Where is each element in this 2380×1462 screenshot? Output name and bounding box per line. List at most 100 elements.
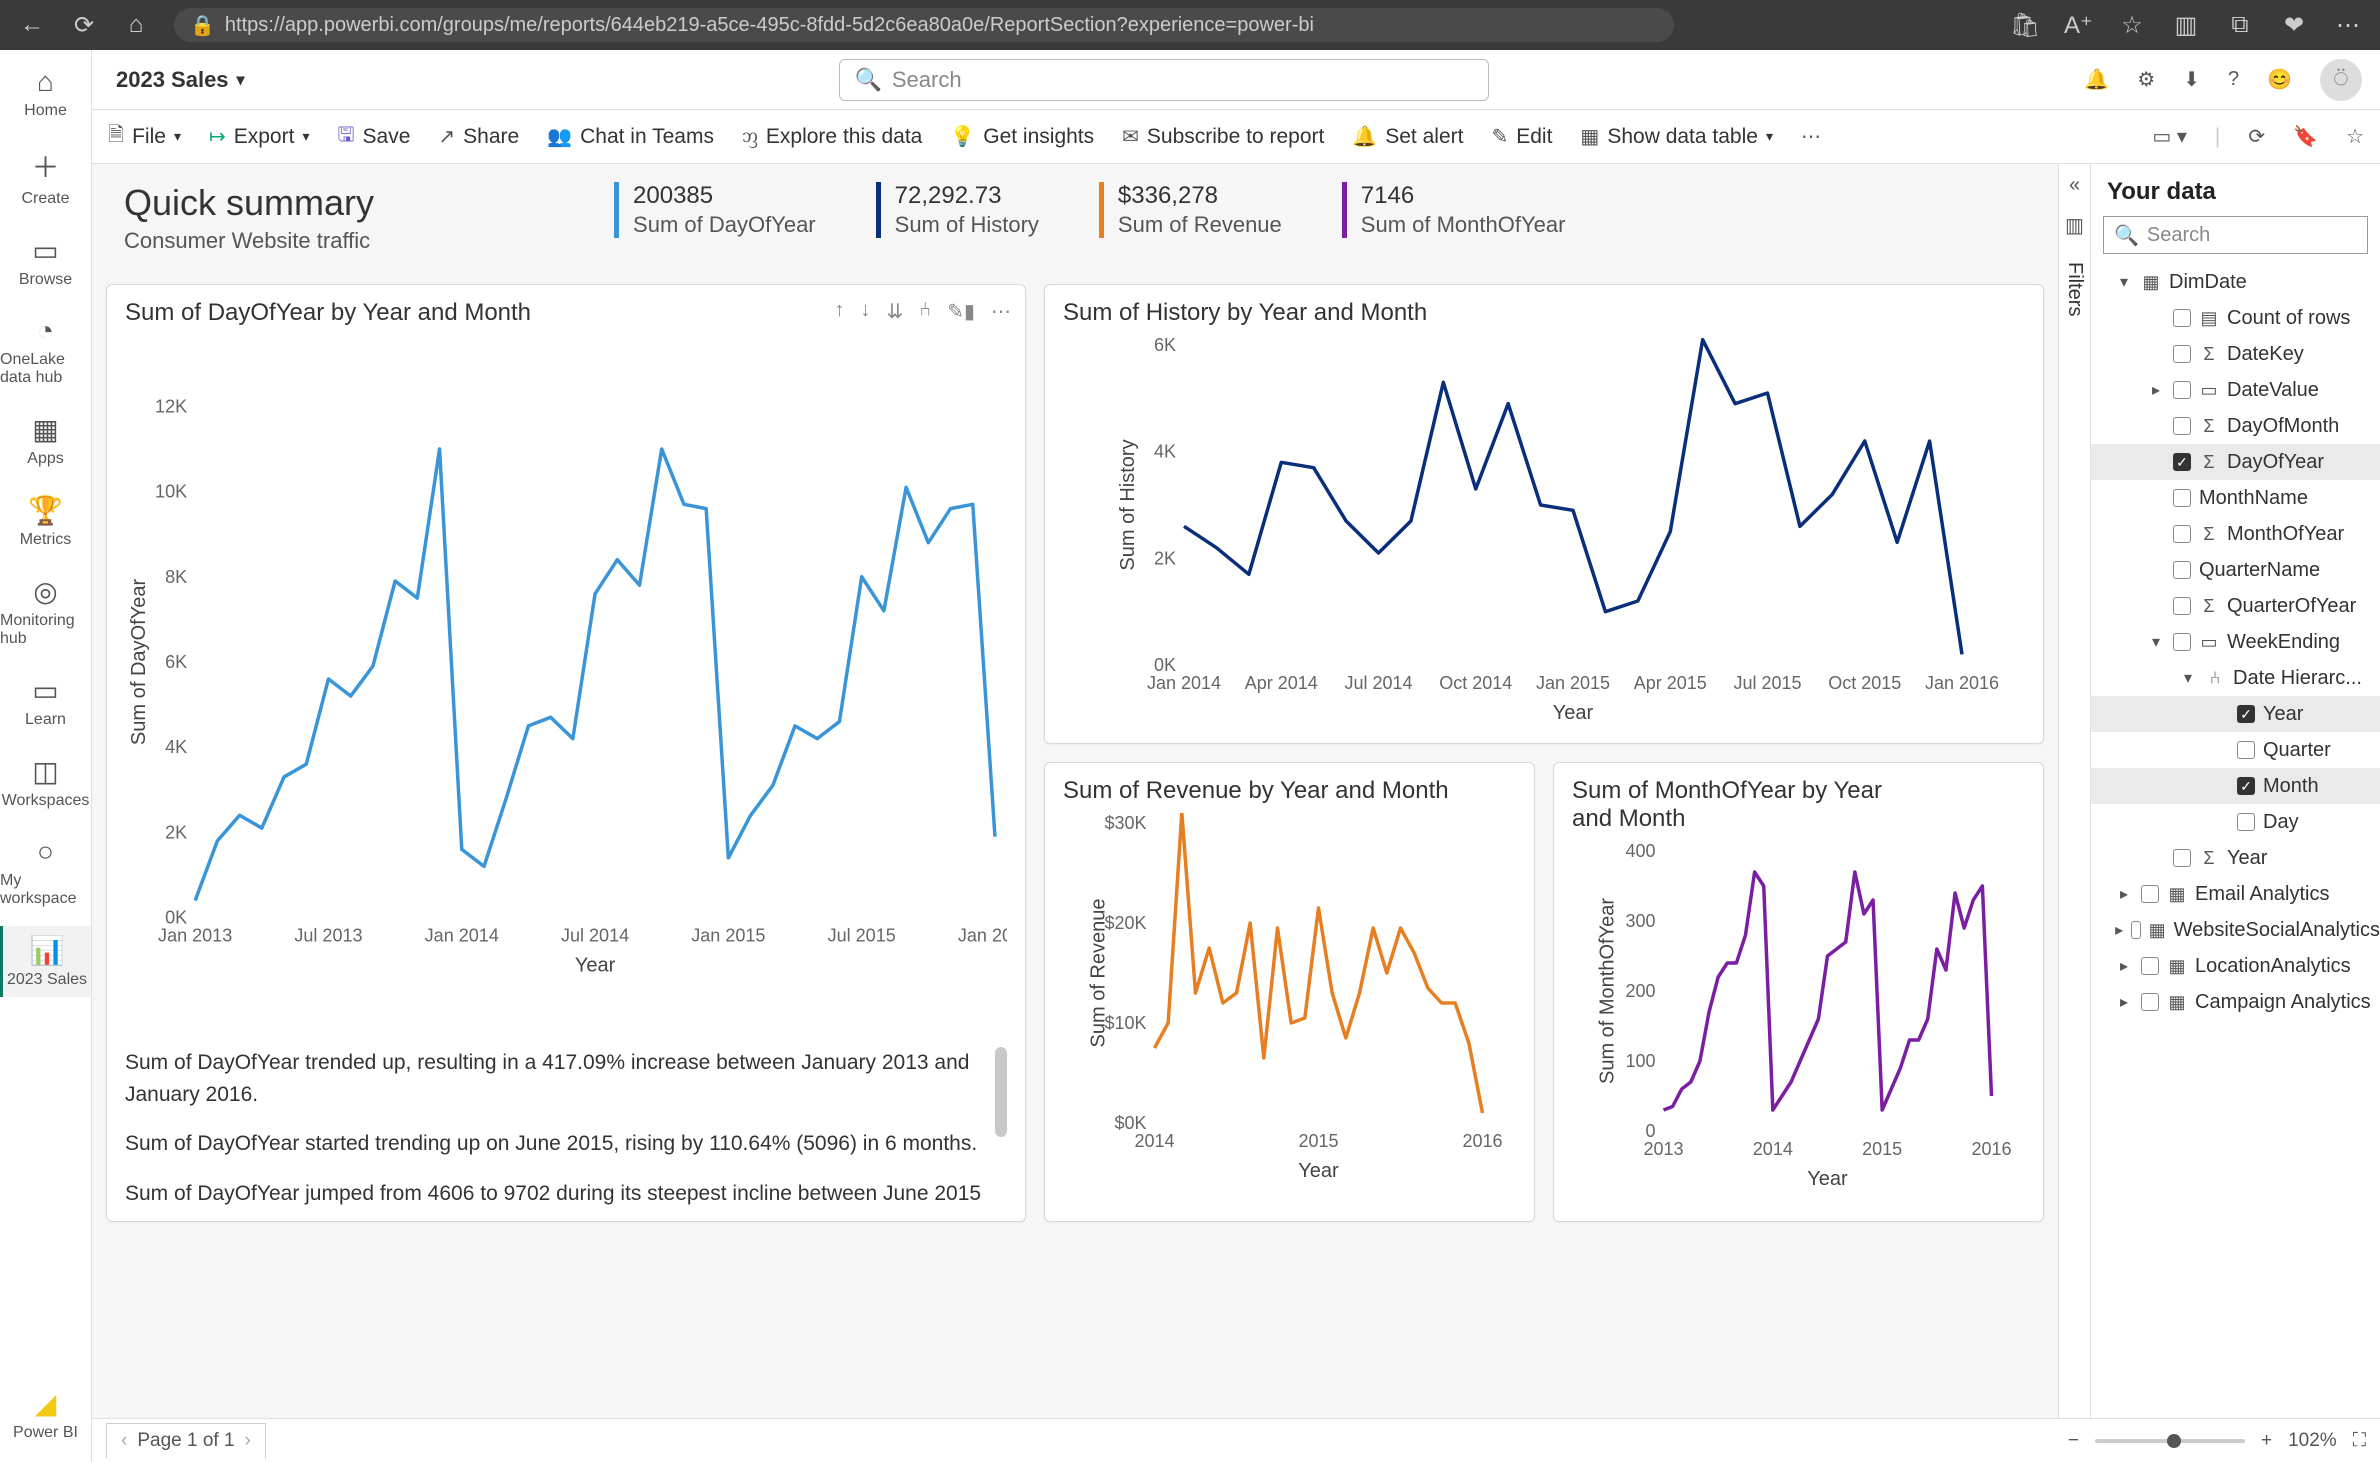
chevron-icon[interactable]: ▾: [2179, 668, 2197, 688]
feedback-icon[interactable]: 😊: [2267, 67, 2292, 92]
filters-rail[interactable]: « ▥ Filters: [2058, 164, 2090, 1418]
field-locationanalytics[interactable]: ▸▦LocationAnalytics: [2091, 948, 2380, 984]
checkbox[interactable]: [2237, 813, 2255, 831]
notifications-icon[interactable]: 🔔: [2084, 67, 2109, 92]
checkbox[interactable]: ✓: [2173, 453, 2191, 471]
refresh-button[interactable]: ⟳: [70, 11, 98, 40]
rail-item-metrics[interactable]: 🏆Metrics: [0, 486, 91, 557]
zoom-thumb[interactable]: [2167, 1434, 2181, 1448]
rail-item-learn[interactable]: ▭Learn: [0, 666, 91, 737]
workspace-selector[interactable]: 2023 Sales ▾: [116, 67, 245, 93]
kpi-card[interactable]: 72,292.73Sum of History: [876, 182, 1039, 238]
checkbox[interactable]: [2173, 417, 2191, 435]
kpi-card[interactable]: 7146Sum of MonthOfYear: [1342, 182, 1566, 238]
read-aloud-icon[interactable]: A⁺: [2064, 11, 2092, 40]
field-month[interactable]: ✓Month: [2091, 768, 2380, 804]
global-search[interactable]: 🔍 Search: [839, 59, 1489, 101]
field-email-analytics[interactable]: ▸▦Email Analytics: [2091, 876, 2380, 912]
show-data-table-button[interactable]: ▦Show data table▾: [1580, 124, 1773, 149]
rail-item-workspaces[interactable]: ◫Workspaces: [0, 747, 91, 818]
field-year[interactable]: ΣYear: [2091, 840, 2380, 876]
tile-monthofyear[interactable]: Sum of MonthOfYear by Year and Month 010…: [1553, 762, 2044, 1222]
field-datekey[interactable]: ΣDateKey: [2091, 336, 2380, 372]
chevron-icon[interactable]: ▸: [2147, 380, 2165, 400]
rail-footer[interactable]: ◢Power BI: [0, 1379, 91, 1450]
download-icon[interactable]: ⬇: [2183, 67, 2200, 92]
field-year[interactable]: ✓Year: [2091, 696, 2380, 732]
hierarchy-icon[interactable]: ⑃: [919, 299, 931, 324]
rail-item-onelake-data-hub[interactable]: ◔OneLake data hub: [0, 307, 91, 395]
rail-item-create[interactable]: ＋Create: [0, 138, 91, 216]
fit-page-icon[interactable]: ⛶: [2353, 1430, 2366, 1452]
kpi-card[interactable]: 200385Sum of DayOfYear: [614, 182, 816, 238]
field-monthofyear[interactable]: ΣMonthOfYear: [2091, 516, 2380, 552]
tile-revenue[interactable]: Sum of Revenue by Year and Month $0K$10K…: [1044, 762, 1535, 1222]
checkbox[interactable]: [2141, 885, 2159, 903]
share-button[interactable]: ↗Share: [438, 124, 519, 149]
star-icon[interactable]: ☆: [2346, 124, 2364, 149]
filter-icon[interactable]: ✎▮: [947, 299, 975, 324]
checkbox[interactable]: [2173, 309, 2191, 327]
zoom-in-button[interactable]: +: [2261, 1430, 2272, 1452]
page-tab[interactable]: ‹ Page 1 of 1 ›: [106, 1423, 266, 1458]
checkbox[interactable]: [2173, 525, 2191, 543]
drill-down-icon[interactable]: ↓: [860, 299, 870, 324]
bookmark-icon[interactable]: 🔖: [2293, 124, 2318, 149]
field-quarter[interactable]: Quarter: [2091, 732, 2380, 768]
rail-item-home[interactable]: ⌂Home: [0, 58, 91, 128]
rail-item-apps[interactable]: ▦Apps: [0, 405, 91, 476]
account-avatar[interactable]: ⍥: [2320, 59, 2362, 101]
more-icon[interactable]: ⋯: [2334, 11, 2362, 40]
field-quartername[interactable]: QuarterName: [2091, 552, 2380, 588]
chevron-icon[interactable]: ▾: [2147, 632, 2165, 652]
tile-history[interactable]: Sum of History by Year and Month 0K2K4K6…: [1044, 284, 2044, 744]
help-icon[interactable]: ?: [2228, 68, 2239, 91]
chevron-right-icon[interactable]: ›: [245, 1430, 251, 1452]
copilot-icon[interactable]: ❤: [2280, 11, 2308, 40]
checkbox[interactable]: [2173, 597, 2191, 615]
checkbox[interactable]: [2173, 381, 2191, 399]
checkbox[interactable]: ✓: [2237, 777, 2255, 795]
rail-item-my-workspace[interactable]: ○My workspace: [0, 828, 91, 916]
zoom-slider[interactable]: [2095, 1439, 2245, 1443]
field-campaign-analytics[interactable]: ▸▦Campaign Analytics: [2091, 984, 2380, 1020]
checkbox[interactable]: [2237, 741, 2255, 759]
file-menu[interactable]: 🗎File▾: [108, 120, 181, 154]
checkbox[interactable]: [2141, 957, 2159, 975]
field-monthname[interactable]: MonthName: [2091, 480, 2380, 516]
set-alert-button[interactable]: 🔔Set alert: [1352, 124, 1463, 149]
collections-icon[interactable]: ▥: [2172, 11, 2200, 40]
checkbox[interactable]: [2173, 633, 2191, 651]
field-count-of-rows[interactable]: ▤Count of rows: [2091, 300, 2380, 336]
subscribe-button[interactable]: ✉Subscribe to report: [1122, 124, 1324, 149]
chevron-icon[interactable]: ▸: [2115, 920, 2123, 940]
back-button[interactable]: ←: [18, 11, 46, 39]
tile-dayofyear[interactable]: Sum of DayOfYear by Year and Month ↑ ↓ ⇊…: [106, 284, 1026, 1222]
field-dimdate[interactable]: ▾▦DimDate: [2091, 264, 2380, 300]
extensions-icon[interactable]: ⧉: [2226, 11, 2254, 39]
field-weekending[interactable]: ▾▭WeekEnding: [2091, 624, 2380, 660]
save-button[interactable]: 🖫Save: [337, 120, 410, 154]
export-menu[interactable]: ↦Export▾: [209, 124, 310, 149]
checkbox[interactable]: [2141, 993, 2159, 1011]
checkbox[interactable]: [2173, 849, 2191, 867]
field-date-hierarc-[interactable]: ▾⑃Date Hierarc...: [2091, 660, 2380, 696]
field-dayofyear[interactable]: ✓ΣDayOfYear: [2091, 444, 2380, 480]
settings-icon[interactable]: ⚙: [2137, 67, 2155, 92]
edit-button[interactable]: ✎Edit: [1491, 124, 1552, 149]
favorite-icon[interactable]: ☆: [2118, 11, 2146, 40]
data-search[interactable]: 🔍 Search: [2103, 216, 2368, 254]
view-mode-icon[interactable]: ▭ ▾: [2152, 124, 2187, 149]
home-button[interactable]: ⌂: [122, 11, 150, 39]
more-options-icon[interactable]: ⋯: [1801, 124, 1821, 149]
zoom-out-button[interactable]: −: [2068, 1430, 2079, 1452]
chevron-icon[interactable]: ▾: [2115, 272, 2133, 292]
rail-item-browse[interactable]: ▭Browse: [0, 226, 91, 297]
checkbox[interactable]: [2173, 345, 2191, 363]
field-websitesocialanalytics[interactable]: ▸▦WebsiteSocialAnalytics: [2091, 912, 2380, 948]
checkbox[interactable]: [2173, 561, 2191, 579]
field-dayofmonth[interactable]: ΣDayOfMonth: [2091, 408, 2380, 444]
chevron-left-icon[interactable]: ‹: [121, 1430, 127, 1452]
more-icon[interactable]: ⋯: [991, 299, 1011, 324]
rail-item-monitoring-hub[interactable]: ◎Monitoring hub: [0, 567, 91, 656]
